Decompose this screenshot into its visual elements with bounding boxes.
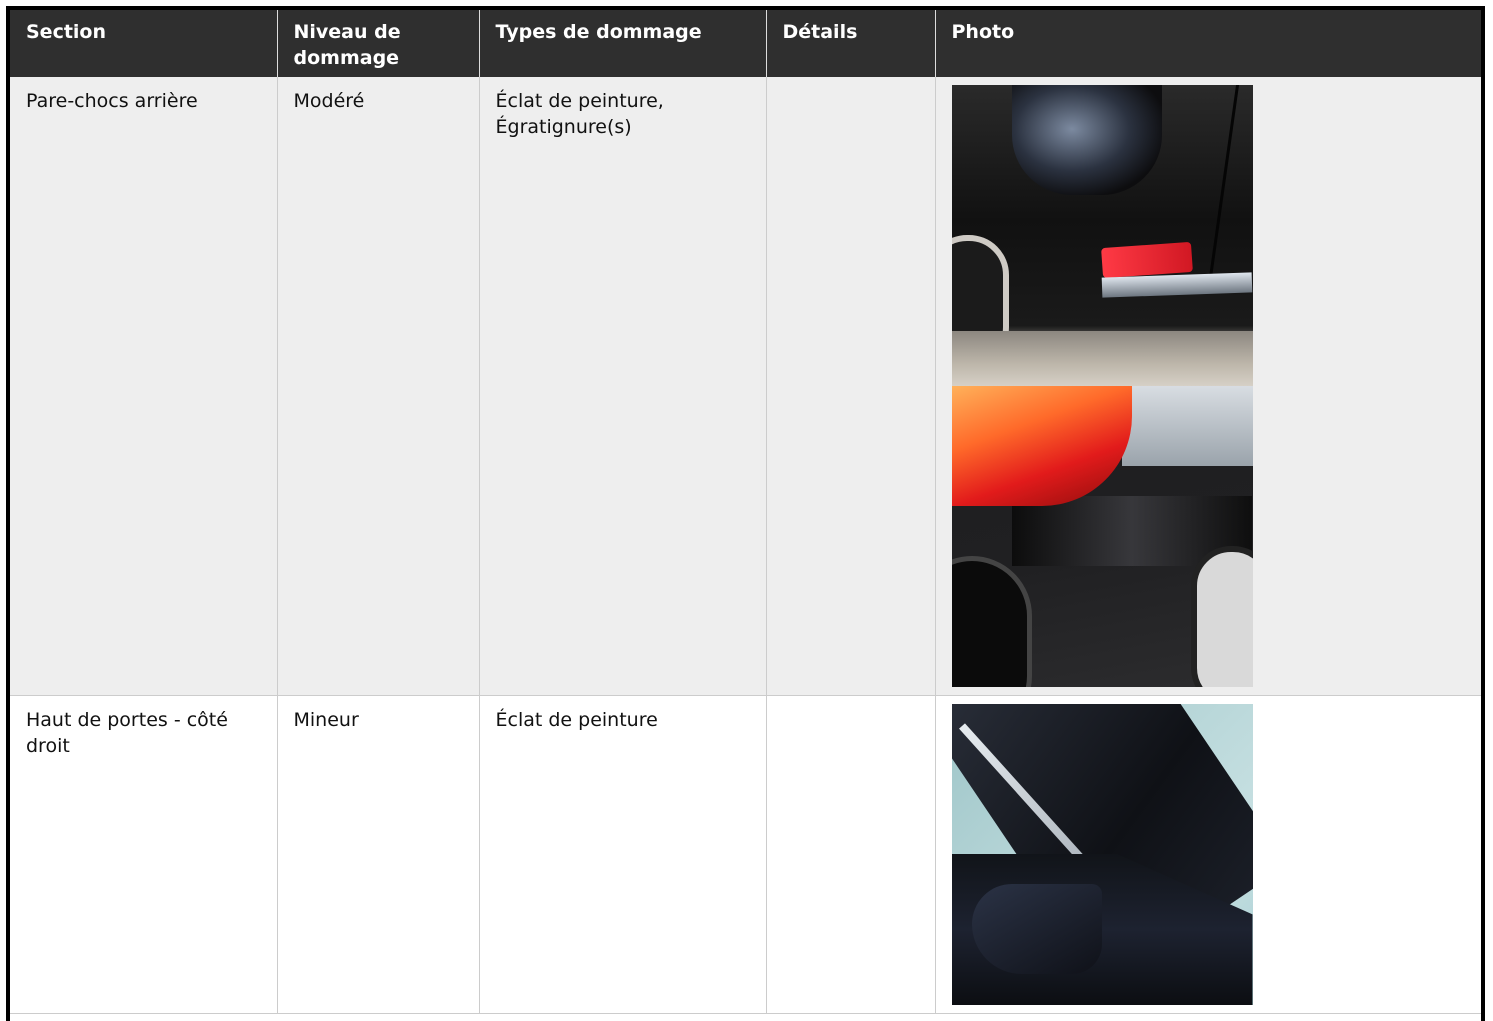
damage-report-frame: Section Niveau de dommage Types de domma… (6, 6, 1485, 1021)
table-header-row: Section Niveau de dommage Types de domma… (10, 10, 1481, 77)
tail-light-panel-photo[interactable] (951, 386, 1253, 687)
cell-photo (935, 695, 1481, 1014)
door-top-photo[interactable] (951, 704, 1253, 1005)
cell-section: Haut de portes - côté droit (10, 695, 278, 1014)
cell-details (766, 695, 936, 1014)
column-header-types: Types de dommage (479, 10, 767, 77)
damage-report-table: Section Niveau de dommage Types de domma… (10, 10, 1481, 1014)
cell-types: Éclat de peinture, Égratignure(s) (479, 77, 767, 696)
column-header-section: Section (10, 10, 278, 77)
cell-section: Pare-chocs arrière (10, 77, 278, 696)
cell-photo (935, 77, 1481, 696)
column-header-details: Détails (766, 10, 936, 77)
cell-types: Éclat de peinture (479, 695, 767, 1014)
cell-details (766, 77, 936, 696)
column-header-photo: Photo (935, 10, 1481, 77)
rear-bumper-photo[interactable] (951, 85, 1253, 386)
cell-level: Modéré (277, 77, 480, 696)
cell-level: Mineur (277, 695, 480, 1014)
column-header-level: Niveau de dommage (277, 10, 480, 77)
table-row: Pare-chocs arrière Modéré Éclat de peint… (10, 77, 1481, 696)
table-row: Haut de portes - côté droit Mineur Éclat… (10, 695, 1481, 1014)
